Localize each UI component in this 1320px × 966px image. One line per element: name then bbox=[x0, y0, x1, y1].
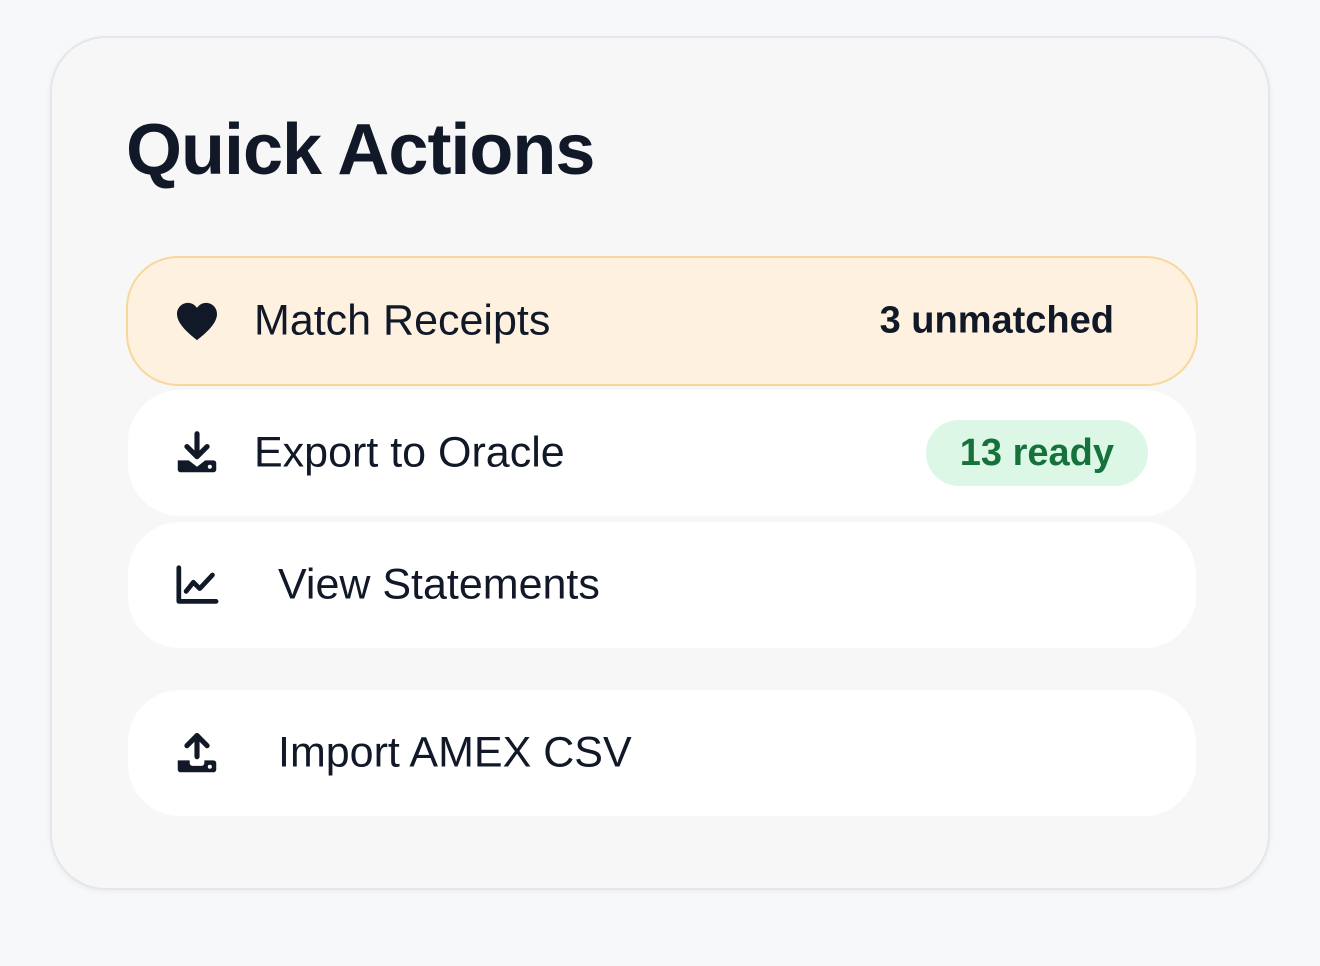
download-icon bbox=[174, 430, 220, 476]
panel-title: Quick Actions bbox=[126, 110, 595, 190]
view-statements-button[interactable]: View Statements bbox=[128, 522, 1196, 648]
quick-actions-panel: Quick Actions Match Receipts 3 unmatched… bbox=[50, 36, 1270, 890]
match-receipts-button[interactable]: Match Receipts 3 unmatched bbox=[126, 256, 1198, 386]
view-statements-label: View Statements bbox=[278, 560, 600, 609]
ready-count-badge: 13 ready bbox=[925, 420, 1148, 486]
heart-icon bbox=[174, 298, 220, 344]
unmatched-count: 3 unmatched bbox=[879, 299, 1114, 342]
match-receipts-label: Match Receipts bbox=[254, 296, 551, 345]
upload-icon bbox=[174, 730, 220, 776]
export-to-oracle-label: Export to Oracle bbox=[254, 428, 565, 477]
export-to-oracle-button[interactable]: Export to Oracle 13 ready bbox=[128, 390, 1196, 516]
import-amex-csv-label: Import AMEX CSV bbox=[278, 728, 632, 777]
line-chart-icon bbox=[174, 562, 220, 608]
import-amex-csv-button[interactable]: Import AMEX CSV bbox=[128, 690, 1196, 816]
